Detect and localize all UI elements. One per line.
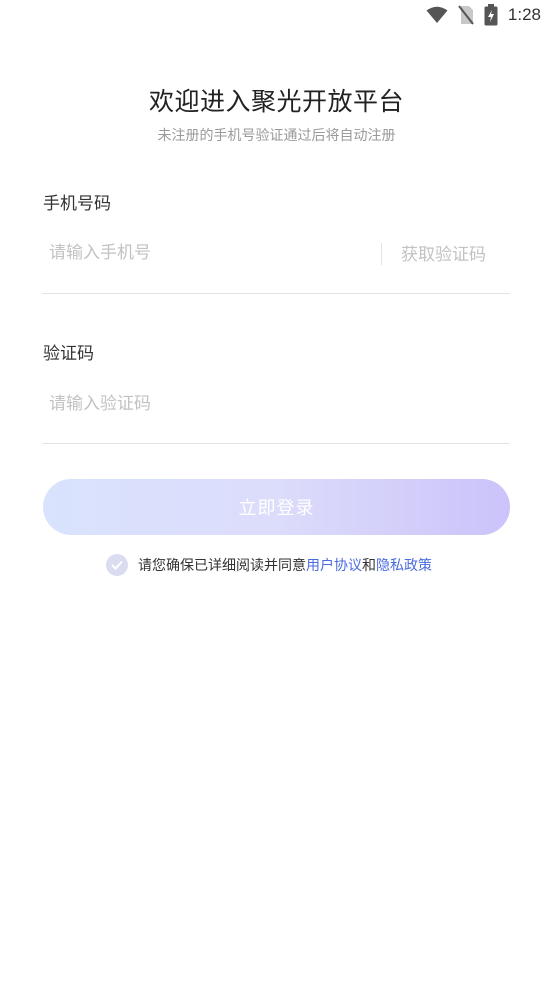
phone-divider: [42, 293, 510, 294]
user-agreement-link[interactable]: 用户协议: [306, 555, 362, 575]
agreement-text: 请您确保已详细阅读并同意: [138, 558, 306, 574]
page-title: 欢迎进入聚光开放平台: [148, 87, 404, 116]
login-page: 1:28 欢迎进入聚光开放平台 未注册的手机号验证通过后将自动注册 手机号码 获…: [0, 0, 553, 983]
phone-label: 手机号码: [43, 194, 111, 214]
privacy-policy-link[interactable]: 隐私政策: [376, 555, 432, 575]
battery-charging-icon: [484, 4, 498, 26]
no-sim-icon: [458, 5, 474, 25]
code-divider: [42, 443, 510, 444]
wifi-icon: [426, 6, 448, 24]
code-label: 验证码: [43, 344, 94, 364]
login-button[interactable]: 立即登录: [43, 479, 510, 535]
status-bar: 1:28: [426, 0, 553, 30]
page-subtitle: 未注册的手机号验证通过后将自动注册: [157, 128, 396, 144]
code-input[interactable]: [42, 387, 499, 421]
agreement-conjunction: 和: [362, 558, 376, 574]
field-separator: [381, 243, 382, 265]
agreement-checkbox[interactable]: [106, 554, 128, 576]
phone-input[interactable]: [42, 236, 369, 270]
check-icon: [111, 560, 123, 570]
agreement-row: 请您确保已详细阅读并同意 用户协议 和 隐私政策: [106, 554, 432, 576]
status-time: 1:28: [507, 5, 541, 24]
get-code-button[interactable]: 获取验证码: [401, 240, 486, 265]
